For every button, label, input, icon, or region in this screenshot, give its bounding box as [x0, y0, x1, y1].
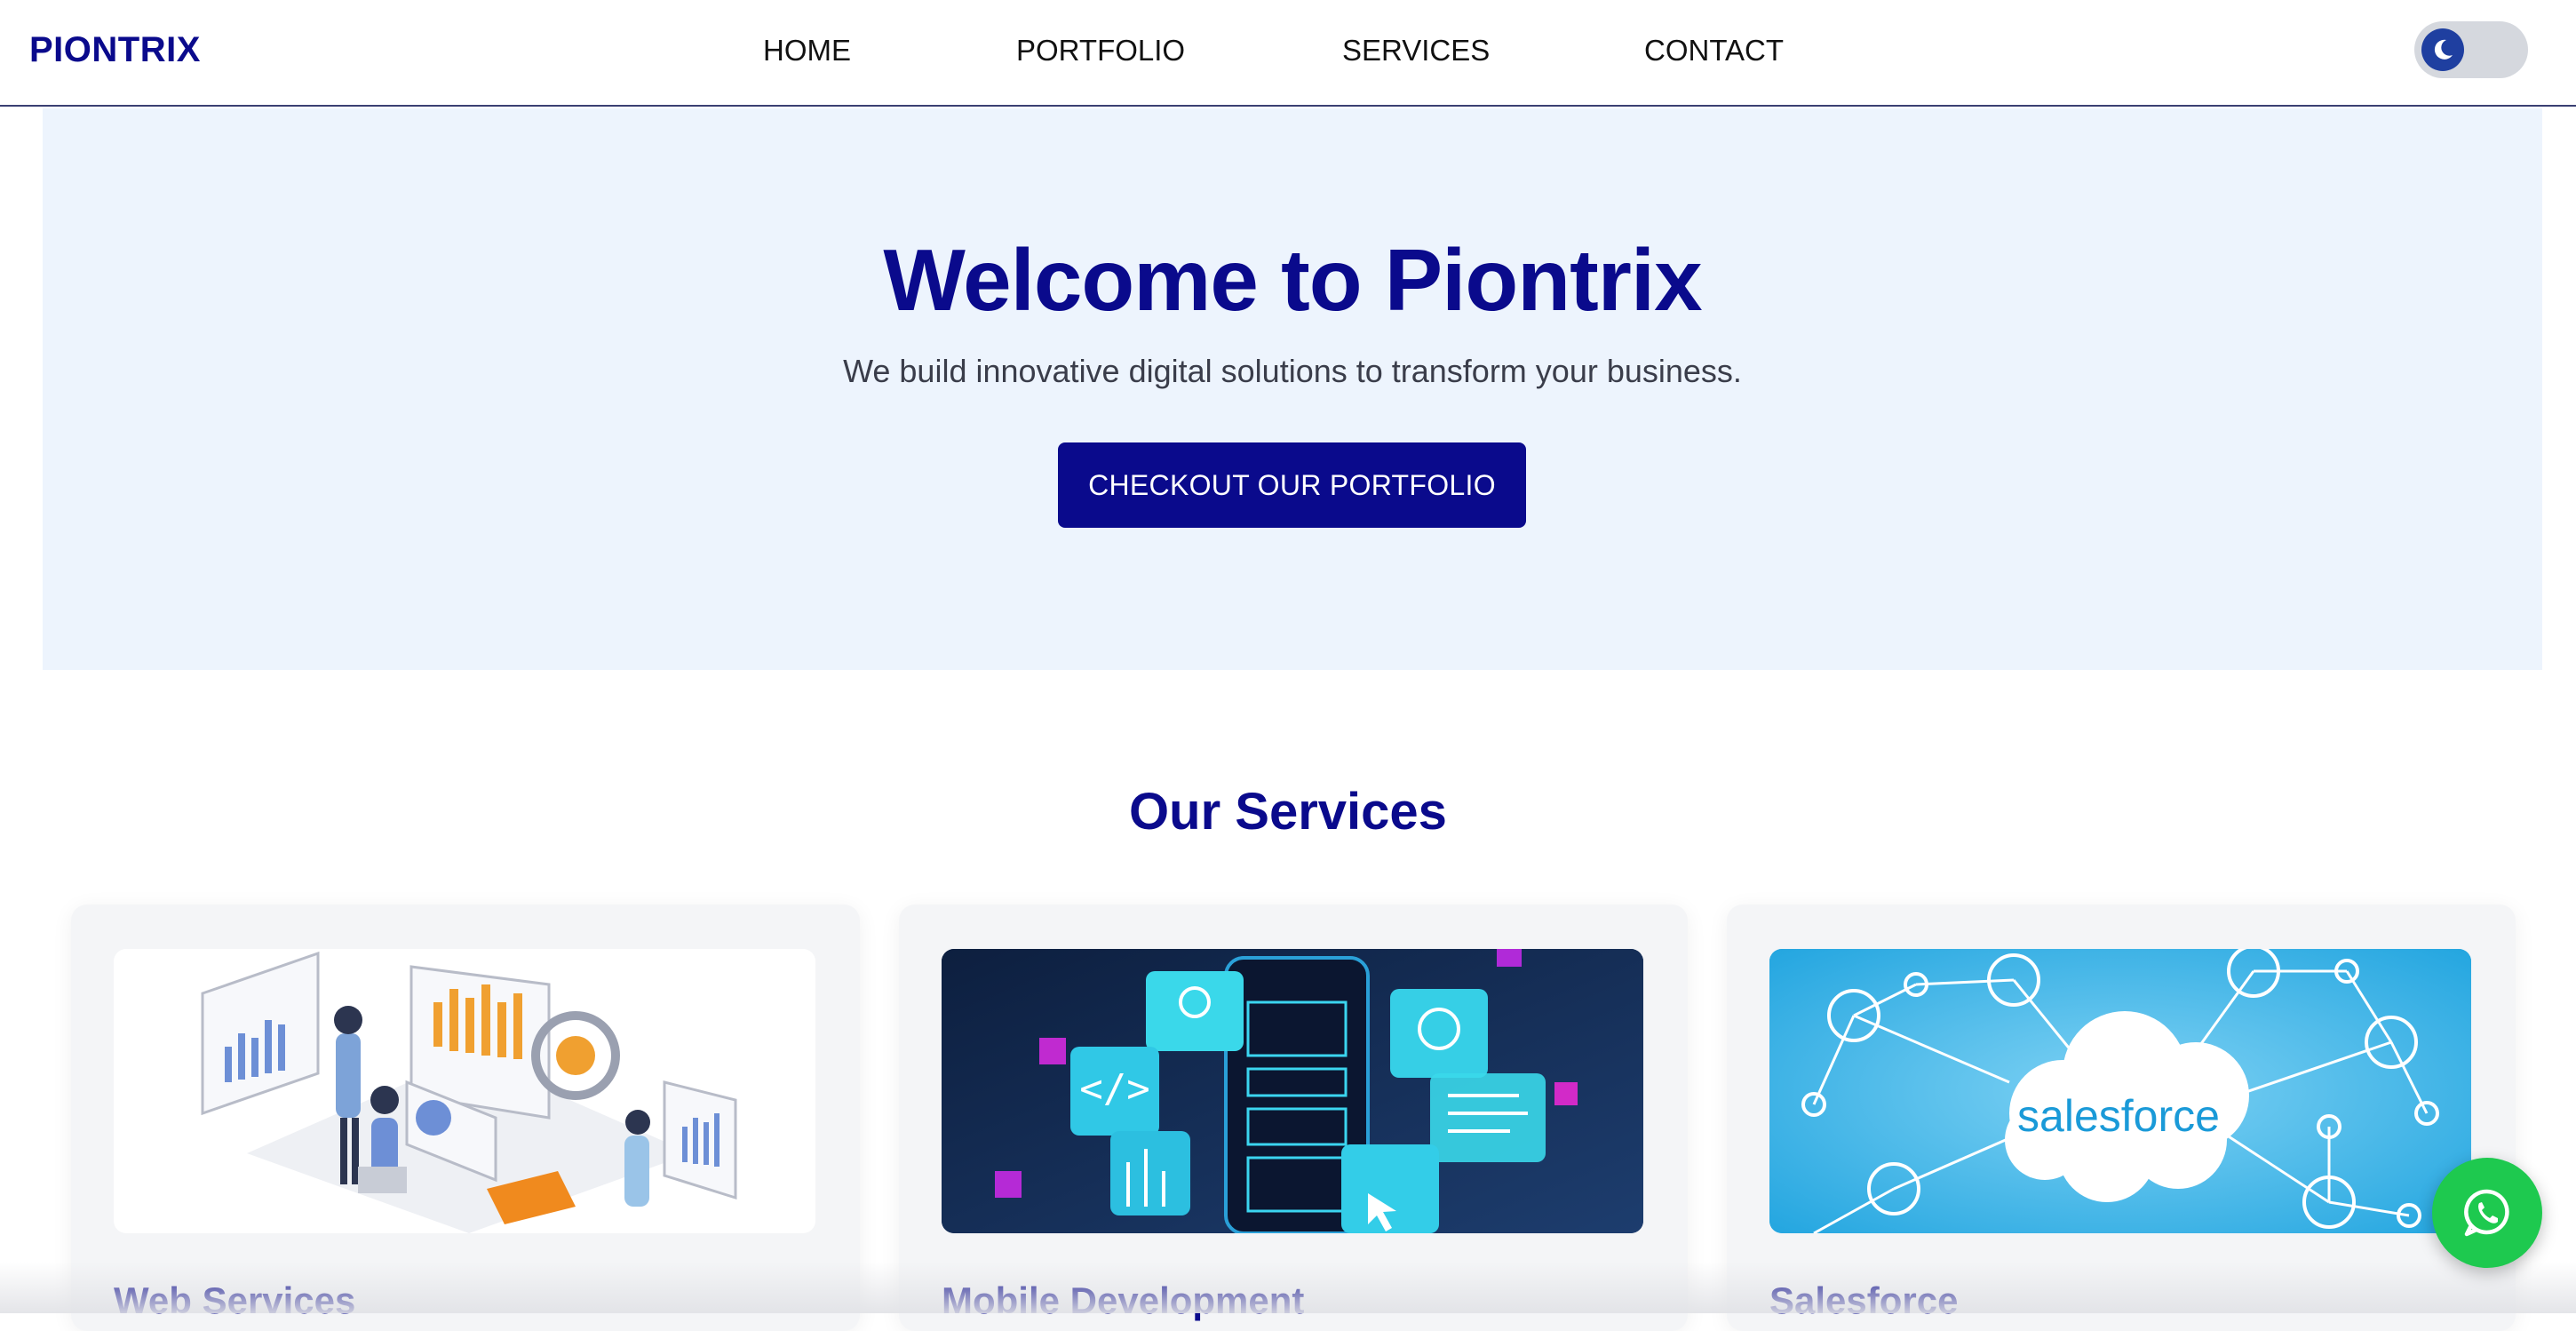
toggle-knob [2421, 28, 2464, 71]
moon-icon [2434, 39, 2453, 60]
salesforce-title: Salesforce [1769, 1279, 1959, 1321]
checkout-portfolio-button[interactable]: CHECKOUT OUR PORTFOLIO [1058, 442, 1526, 528]
salesforce-image: salesforce [1769, 949, 2471, 1233]
service-card-web[interactable]: Web Services [71, 905, 860, 1331]
service-card-salesforce[interactable]: salesforce Salesforce [1727, 905, 2516, 1331]
services-title: Our Services [1129, 783, 1447, 841]
nav-link-contact[interactable]: CONTACT [1644, 34, 1784, 68]
theme-toggle[interactable] [2414, 21, 2528, 78]
service-card-mobile[interactable]: </> Mobile Development [899, 905, 1688, 1331]
nav-link-home[interactable]: HOME [763, 34, 851, 68]
top-navbar: PIONTRIX HOME PORTFOLIO SERVICES CONTACT [0, 0, 2576, 107]
svg-text:</>: </> [1079, 1066, 1149, 1112]
main-nav: HOME PORTFOLIO SERVICES CONTACT [0, 0, 2576, 105]
salesforce-logo-text: salesforce [2017, 1091, 2220, 1141]
whatsapp-icon [2464, 1189, 2509, 1237]
hero-section: Welcome to Piontrix We build innovative … [43, 108, 2542, 670]
nav-link-portfolio[interactable]: PORTFOLIO [1016, 34, 1185, 68]
hero-subtitle: We build innovative digital solutions to… [843, 353, 1742, 389]
web-services-image [114, 949, 815, 1233]
web-services-title: Web Services [114, 1279, 356, 1321]
nav-link-services[interactable]: SERVICES [1342, 34, 1490, 68]
mobile-development-title: Mobile Development [942, 1279, 1305, 1321]
hero-title: Welcome to Piontrix [883, 231, 1702, 329]
whatsapp-button[interactable] [2432, 1158, 2542, 1268]
mobile-development-image: </> [942, 949, 1643, 1233]
